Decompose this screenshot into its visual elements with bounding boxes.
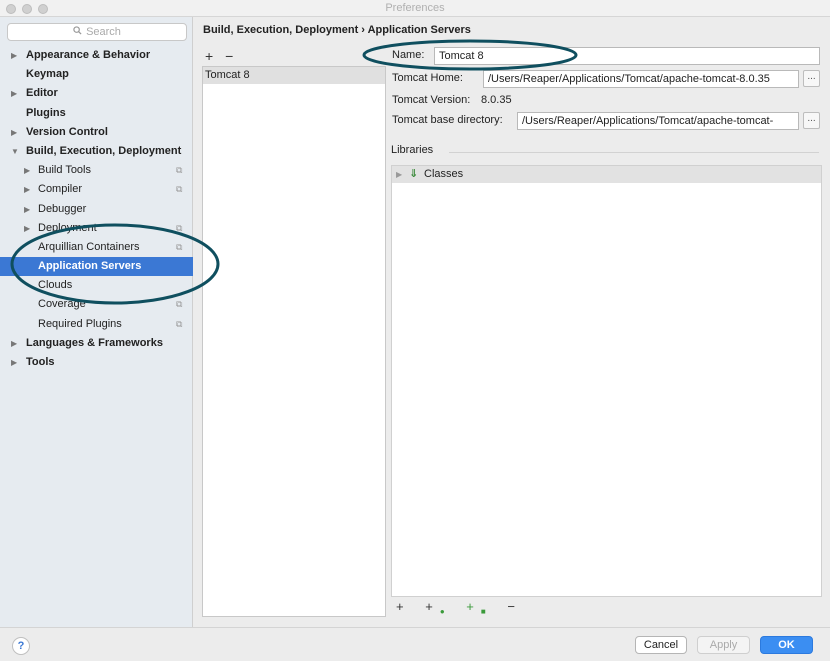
sidebar-item-plugins[interactable]: Plugins [0,104,193,123]
search-placeholder: Search [86,26,121,38]
breadcrumb: Build, Execution, Deployment › Applicati… [203,24,471,36]
sidebar-item-build-tools[interactable]: ▶ Build Tools ⧉ [0,161,193,180]
project-scope-icon: ⧉ [176,241,183,252]
sidebar-item-label: Version Control [26,125,108,138]
expand-arrow-icon[interactable]: ▶ [11,46,17,65]
expand-arrow-icon[interactable]: ▶ [24,200,30,219]
expand-arrow-icon[interactable]: ▶ [396,166,402,183]
sidebar-item-languages-frameworks[interactable]: ▶ Languages & Frameworks [0,334,193,353]
sidebar-item-appearance-behavior[interactable]: ▶ Appearance & Behavior [0,46,193,65]
name-field[interactable]: Tomcat 8 [434,47,820,65]
remove-server-button[interactable]: − [225,48,233,64]
add-server-button[interactable]: + [205,48,213,64]
add-library-button[interactable]: + [396,599,413,614]
project-scope-icon: ⧉ [176,184,183,195]
tomcat-base-label: Tomcat base directory: [392,114,503,126]
sidebar-item-label: Build, Execution, Deployment [26,144,182,157]
project-scope-icon: ⧉ [176,222,183,233]
sidebar-item-label: Compiler [38,183,83,196]
sidebar-item-tools[interactable]: ▶ Tools [0,353,193,372]
expand-arrow-icon[interactable]: ▶ [24,180,30,199]
sidebar-item-label: Clouds [38,279,73,292]
sidebar-item-label: Application Servers [38,260,142,273]
collapse-arrow-icon[interactable]: ▼ [11,142,19,161]
server-list-item[interactable]: Tomcat 8 [203,67,385,84]
tomcat-home-label: Tomcat Home: [392,72,463,84]
add-library-jar-button[interactable]: + ■ [466,599,494,616]
tomcat-version-label: Tomcat Version: [392,94,471,106]
search-icon [73,24,82,40]
sidebar-item-build-execution-deployment[interactable]: ▼ Build, Execution, Deployment [0,142,193,161]
project-scope-icon: ⧉ [176,299,183,310]
sidebar-item-label: Deployment [38,221,97,234]
sidebar-item-label: Tools [26,356,55,368]
name-label: Name: [392,49,425,61]
sidebar-item-label: Plugins [26,106,66,119]
browse-base-button[interactable]: ... [803,112,820,129]
browse-home-button[interactable]: ... [803,70,820,87]
classes-root-icon: ⇓ [409,168,419,180]
ok-button[interactable]: OK [760,636,813,654]
settings-tree: ▶ Appearance & Behavior Keymap ▶ Editor Plugi… [0,46,193,372]
library-row-label: Classes [424,168,464,180]
apply-button[interactable]: Apply [697,636,750,654]
sidebar-item-clouds[interactable]: Clouds [0,276,193,295]
sidebar-item-label: Keymap [26,68,69,81]
plus-overlay-icon: ● [439,607,445,616]
help-button[interactable]: ? [12,637,30,655]
sidebar-item-application-servers[interactable]: Application Servers [0,257,193,277]
sidebar-item-label: Coverage [38,298,86,311]
sidebar-item-compiler[interactable]: ▶ Compiler ⧉ [0,180,193,199]
sidebar-item-version-control[interactable]: ▶ Version Control [0,123,193,142]
project-scope-icon: ⧉ [176,318,183,329]
expand-arrow-icon[interactable]: ▶ [11,334,17,353]
expand-arrow-icon[interactable]: ▶ [11,353,17,372]
libraries-toolbar: + + ● + ■ − [396,599,533,616]
expand-arrow-icon[interactable]: ▶ [24,219,30,238]
expand-arrow-icon[interactable]: ▶ [24,161,30,180]
libraries-panel: ▶ ⇓ Classes [391,165,822,597]
sidebar-item-label: Required Plugins [38,317,122,330]
sidebar-item-keymap[interactable]: Keymap [0,65,193,84]
expand-arrow-icon[interactable]: ▶ [11,123,17,142]
tomcat-version-value: 8.0.35 [481,94,512,106]
sidebar-item-coverage[interactable]: Coverage ⧉ [0,295,193,314]
sidebar-item-editor[interactable]: ▶ Editor [0,84,193,103]
sidebar-item-deployment[interactable]: ▶ Deployment ⧉ [0,219,193,238]
sidebar-item-debugger[interactable]: ▶ Debugger [0,200,193,219]
project-scope-icon: ⧉ [176,165,183,176]
sidebar-item-label: Languages & Frameworks [26,336,163,349]
dialog-button-bar: ? Cancel Apply OK [0,627,830,661]
sidebar-item-label: Arquillian Containers [38,240,140,253]
libraries-label: Libraries [391,144,434,156]
sidebar-item-label: Debugger [38,202,87,215]
server-list-toolbar: + − [205,48,241,64]
expand-arrow-icon[interactable]: ▶ [11,84,17,103]
sidebar-item-arquillian-containers[interactable]: Arquillian Containers ⧉ [0,238,193,257]
sidebar-item-label: Build Tools [38,164,91,177]
tomcat-home-field[interactable]: /Users/Reaper/Applications/Tomcat/apache… [483,70,799,88]
add-library-root-button[interactable]: + ● [425,599,453,616]
sidebar-item-label: Appearance & Behavior [26,49,151,61]
title-bar: Preferences [0,0,830,17]
libraries-divider [449,152,819,153]
settings-sidebar: Search ▶ Appearance & Behavior Keymap ▶ Edit… [0,17,193,627]
search-input[interactable]: Search [7,23,187,41]
sidebar-item-required-plugins[interactable]: Required Plugins ⧉ [0,315,193,334]
sidebar-item-label: Editor [26,87,58,100]
jar-overlay-icon: ■ [480,607,486,616]
remove-library-button[interactable]: − [507,599,524,614]
tomcat-base-field[interactable]: /Users/Reaper/Applications/Tomcat/apache… [517,112,799,130]
server-list: Tomcat 8 [202,66,386,617]
cancel-button[interactable]: Cancel [635,636,687,654]
window-title: Preferences [385,2,445,14]
library-row-classes[interactable]: ▶ ⇓ Classes [392,166,821,183]
